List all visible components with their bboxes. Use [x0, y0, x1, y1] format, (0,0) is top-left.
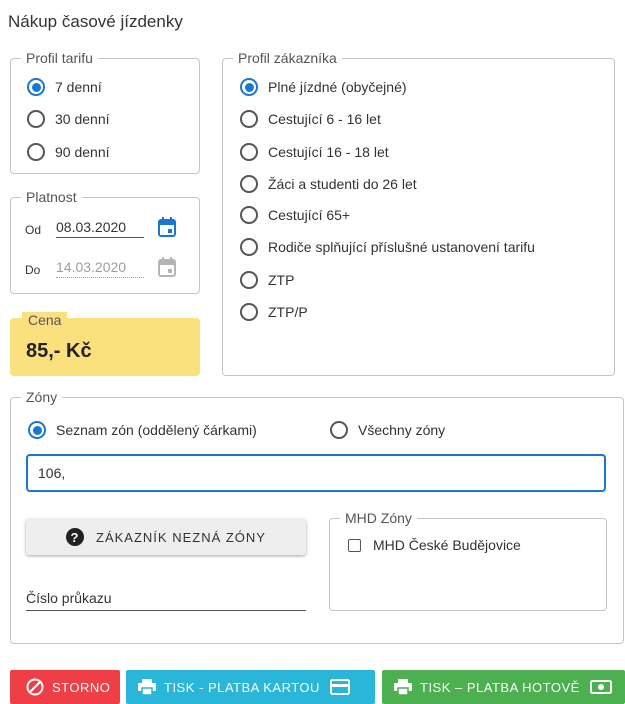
- printer-icon: [394, 679, 412, 695]
- page-title: Nákup časové jízdenky: [8, 12, 183, 31]
- radio-checked-icon: [240, 78, 258, 96]
- customer-option-label: Cestující 65+: [268, 207, 351, 223]
- customer-option-ztpp[interactable]: ZTP/P: [240, 303, 308, 321]
- cancel-button[interactable]: STORNO: [10, 670, 120, 704]
- zones-legend: Zóny: [26, 389, 58, 405]
- validity-to-input: 14.03.2020: [56, 259, 144, 278]
- printer-icon: [138, 679, 156, 695]
- zones-option-all[interactable]: Všechny zóny: [330, 421, 445, 439]
- radio-unchecked-icon: [330, 421, 348, 439]
- mhd-checkbox-label: MHD České Budějovice: [373, 537, 521, 553]
- validity-legend: Platnost: [26, 189, 77, 205]
- tariff-option-label: 7 denní: [55, 79, 102, 95]
- radio-unchecked-icon: [240, 206, 258, 224]
- print-cash-label: TISK – PLATBA HOTOVĚ: [420, 679, 580, 695]
- zones-option-all-label: Všechny zóny: [358, 422, 446, 438]
- customer-option-label: Cestující 6 - 16 let: [268, 111, 381, 127]
- radio-checked-icon: [28, 421, 46, 439]
- price-value: 85,- Kč: [26, 340, 92, 362]
- block-icon: [26, 678, 44, 696]
- price-label: Cena: [22, 312, 68, 328]
- customer-profile-legend: Profil zákazníka: [238, 50, 337, 66]
- unknown-zones-label: ZÁKAZNÍK NEZNÁ ZÓNY: [96, 529, 266, 545]
- validity-from-input[interactable]: 08.03.2020: [56, 219, 144, 238]
- customer-option-parents[interactable]: Rodiče splňující příslušné ustanovení ta…: [240, 238, 535, 256]
- customer-option-label: ZTP/P: [268, 304, 308, 320]
- customer-option-16-18[interactable]: Cestující 16 - 18 let: [240, 143, 389, 161]
- customer-option-students[interactable]: Žáci a studenti do 26 let: [240, 175, 417, 193]
- customer-option-65[interactable]: Cestující 65+: [240, 206, 350, 224]
- validity-group: Platnost: [10, 190, 200, 294]
- print-card-label: TISK - PLATBA KARTOU: [164, 679, 320, 695]
- mhd-checkbox-row[interactable]: MHD České Budějovice: [348, 537, 521, 553]
- zones-option-list-label: Seznam zón (oddělený čárkami): [56, 422, 257, 438]
- tariff-option-90[interactable]: 90 denní: [27, 143, 110, 161]
- calendar-icon: [158, 257, 176, 277]
- customer-option-ztp[interactable]: ZTP: [240, 271, 294, 289]
- cash-icon: [589, 679, 612, 695]
- mhd-zones-legend: MHD Zóny: [345, 510, 412, 526]
- unknown-zones-button[interactable]: ? ZÁKAZNÍK NEZNÁ ZÓNY: [26, 519, 306, 555]
- tariff-option-label: 90 denní: [55, 144, 110, 160]
- card-number-label: Číslo průkazu: [26, 590, 112, 606]
- checkbox-icon[interactable]: [348, 538, 361, 552]
- zones-input[interactable]: 106,: [26, 454, 606, 492]
- radio-checked-icon: [27, 78, 45, 96]
- validity-to-label: Do: [25, 263, 41, 277]
- credit-card-icon: [329, 679, 350, 695]
- radio-unchecked-icon: [240, 238, 258, 256]
- radio-unchecked-icon: [240, 303, 258, 321]
- radio-unchecked-icon: [240, 110, 258, 128]
- validity-from-label: Od: [25, 223, 42, 237]
- radio-unchecked-icon: [240, 143, 258, 161]
- customer-option-full[interactable]: Plné jízdné (obyčejné): [240, 78, 407, 96]
- zones-option-list[interactable]: Seznam zón (oddělený čárkami): [28, 421, 257, 439]
- tariff-option-label: 30 denní: [55, 111, 110, 127]
- question-circle-icon: ?: [66, 528, 85, 546]
- mhd-zones-group: MHD Zóny: [329, 511, 607, 611]
- radio-unchecked-icon: [240, 271, 258, 289]
- print-cash-button[interactable]: TISK – PLATBA HOTOVĚ: [382, 670, 625, 704]
- calendar-icon[interactable]: [158, 217, 176, 237]
- radio-unchecked-icon: [27, 110, 45, 128]
- tariff-option-7[interactable]: 7 denní: [27, 78, 102, 96]
- radio-unchecked-icon: [27, 143, 45, 161]
- tariff-profile-legend: Profil tarifu: [26, 50, 93, 66]
- customer-option-label: Cestující 16 - 18 let: [268, 144, 389, 160]
- radio-unchecked-icon: [240, 175, 258, 193]
- card-number-field[interactable]: Číslo průkazu: [26, 590, 306, 611]
- customer-option-label: Žáci a studenti do 26 let: [268, 176, 417, 192]
- tariff-option-30[interactable]: 30 denní: [27, 110, 110, 128]
- customer-option-label: Plné jízdné (obyčejné): [268, 79, 407, 95]
- customer-option-label: Rodiče splňující příslušné ustanovení ta…: [268, 239, 535, 255]
- cancel-label: STORNO: [52, 679, 111, 695]
- print-card-button[interactable]: TISK - PLATBA KARTOU: [126, 670, 375, 704]
- customer-option-6-16[interactable]: Cestující 6 - 16 let: [240, 110, 381, 128]
- customer-option-label: ZTP: [268, 272, 295, 288]
